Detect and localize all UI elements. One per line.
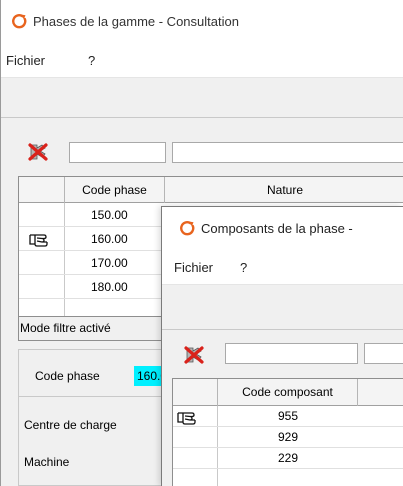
phases-grid-header: Code phase Nature: [19, 177, 403, 203]
filter-code-composant-input[interactable]: [225, 343, 358, 364]
code-phase-cell: 160.00: [91, 232, 128, 246]
filter-nature-input[interactable]: [172, 142, 403, 163]
header-row-selector: [173, 379, 218, 406]
delete-filter-icon: [184, 346, 204, 364]
header-nature[interactable]: Nature: [165, 177, 403, 203]
code-phase-label: Code phase: [35, 369, 100, 383]
code-composant-cell: 955: [277, 409, 299, 423]
composants-titlebar[interactable]: Composants de la phase -: [162, 207, 403, 249]
composants-toolbar: [162, 285, 403, 330]
composants-window: Composants de la phase - Fichier ? Code …: [161, 206, 403, 486]
composants-grid-header: Code composant: [173, 379, 403, 406]
menu-fichier[interactable]: Fichier: [174, 260, 213, 275]
code-phase-cell: 150.00: [91, 208, 128, 222]
header-code-composant[interactable]: Code composant: [218, 379, 358, 406]
code-composant-cell: 229: [277, 451, 299, 465]
phases-filter-row: [1, 118, 403, 176]
delete-filter-button[interactable]: [26, 141, 50, 163]
menu-help[interactable]: ?: [240, 260, 247, 275]
delete-filter-icon: [28, 143, 48, 161]
window-title: Composants de la phase -: [201, 221, 353, 236]
machine-label: Machine: [24, 455, 70, 469]
composants-menubar: Fichier ?: [162, 249, 403, 285]
composants-filter-row: [162, 330, 403, 378]
table-row[interactable]: 955: [173, 406, 403, 427]
window-title: Phases de la gamme - Consultation: [33, 14, 239, 29]
pointing-hand-icon: [177, 408, 203, 426]
app-logo-icon: [180, 221, 195, 236]
composants-grid: Code composant 955 929 229: [172, 378, 403, 486]
phases-menubar: Fichier ?: [1, 42, 403, 78]
code-composant-cell: 929: [277, 430, 299, 444]
phases-titlebar[interactable]: Phases de la gamme - Consultation: [1, 0, 403, 42]
filter-second-input[interactable]: [364, 343, 403, 364]
table-row[interactable]: 929: [173, 427, 403, 448]
app-logo-icon: [12, 14, 27, 29]
header-row-selector: [19, 177, 65, 203]
code-phase-cell: 170.00: [91, 256, 128, 270]
delete-filter-button[interactable]: [182, 344, 206, 366]
header-code-phase[interactable]: Code phase: [65, 177, 165, 203]
menu-help[interactable]: ?: [88, 53, 95, 68]
filter-code-phase-input[interactable]: [69, 142, 166, 163]
centre-de-charge-label: Centre de charge: [24, 418, 117, 432]
menu-fichier[interactable]: Fichier: [6, 53, 45, 68]
table-row[interactable]: 229: [173, 448, 403, 469]
code-phase-cell: 180.00: [91, 280, 128, 294]
phases-toolbar: [1, 78, 403, 118]
